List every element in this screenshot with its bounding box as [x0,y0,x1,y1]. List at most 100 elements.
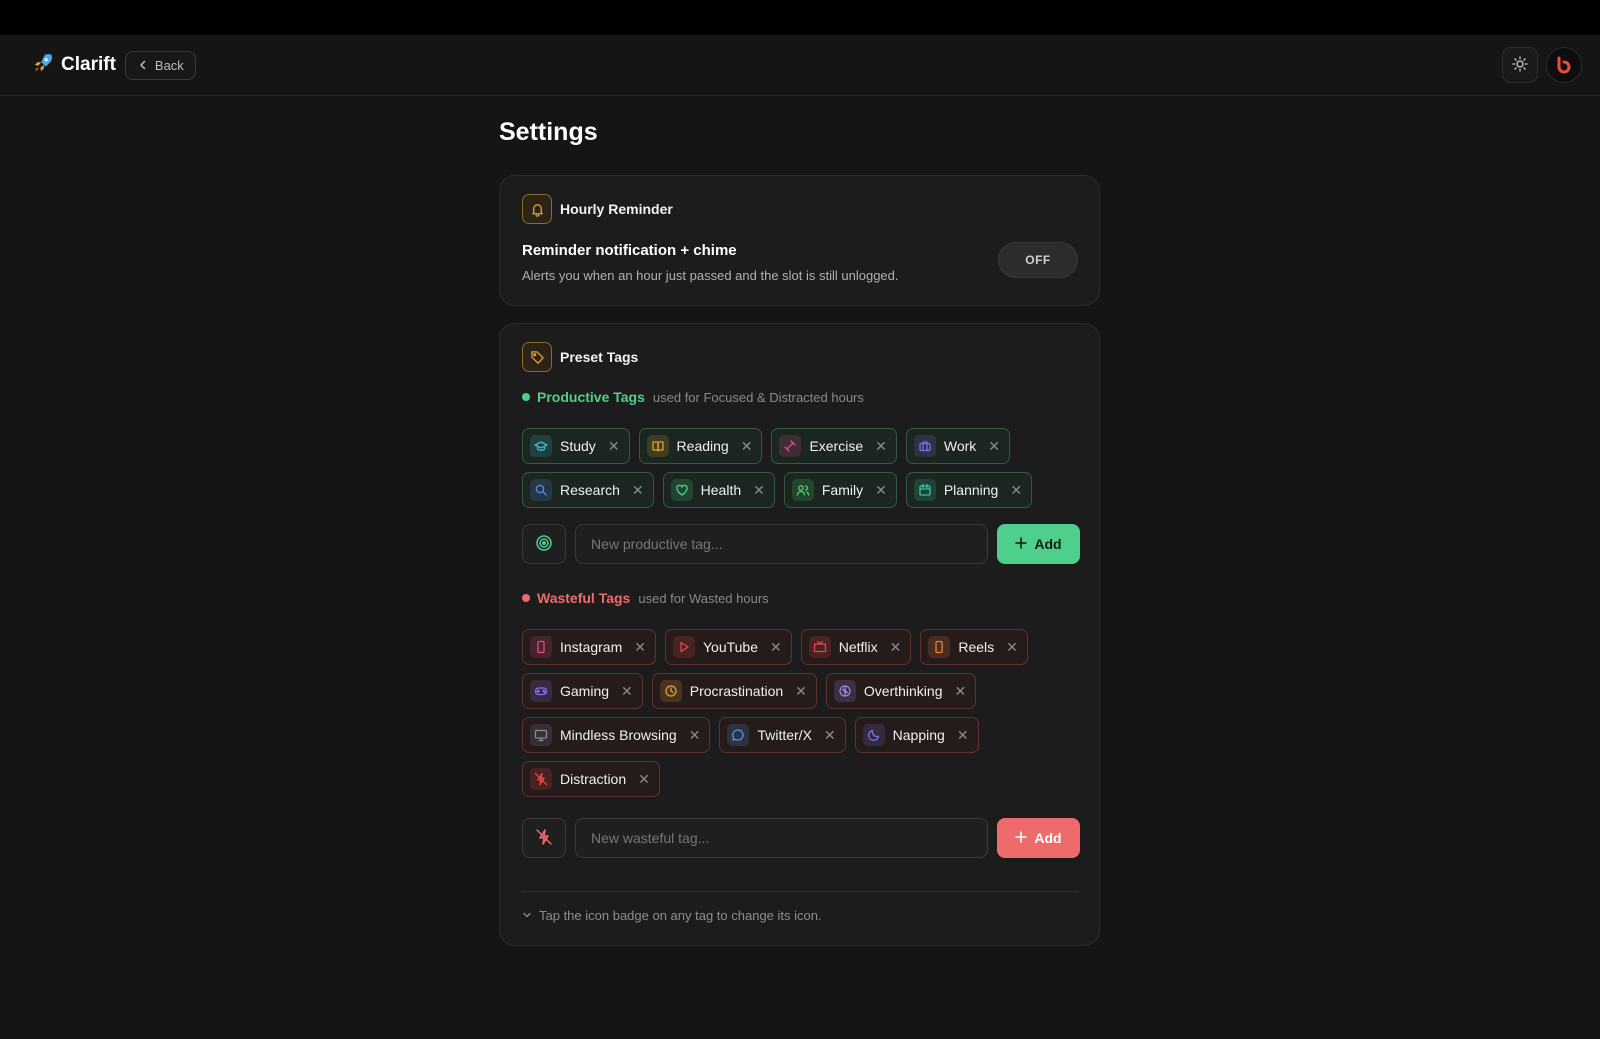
remove-tag-icon[interactable]: ✕ [689,727,701,744]
tag-chip[interactable]: Mindless Browsing ✕ [522,717,711,753]
remove-tag-icon[interactable]: ✕ [875,482,887,499]
wasteful-tags-label: Wasteful Tags used for Wasted hours [522,590,769,606]
tag-row: Gaming ✕ Procrastination ✕ Overthinking ✕ [522,673,1082,709]
tag-label: Health [700,482,742,498]
phone-icon[interactable] [530,636,552,658]
remove-tag-icon[interactable]: ✕ [608,438,620,455]
graduation-cap-icon[interactable] [530,435,552,457]
tv-icon[interactable] [808,636,831,658]
productive-label: Productive Tags [537,389,645,405]
tag-label: Overthinking [863,683,943,699]
moon-icon[interactable] [862,724,885,746]
reminder-toggle[interactable]: OFF [998,242,1078,278]
tag-chip[interactable]: Study ✕ [522,428,630,464]
tag-chip[interactable]: Napping ✕ [854,717,979,753]
add-wasteful-tag-button[interactable]: Add [997,818,1080,858]
tag-chip[interactable]: Twitter/X ✕ [719,717,846,753]
tag-chip[interactable]: Distraction ✕ [522,761,660,797]
wasteful-label: Wasteful Tags [537,590,631,606]
tag-label: Netflix [838,639,878,655]
back-label: Back [154,57,184,73]
divider [522,891,1078,892]
wasteful-icon-picker[interactable] [522,818,566,858]
dumbbell-icon[interactable] [779,435,802,457]
remove-tag-icon[interactable]: ✕ [1006,639,1018,656]
wasteful-tag-input[interactable] [575,818,988,858]
tag-label: Planning [943,482,999,498]
tag-label: Reels [958,639,995,655]
back-button[interactable]: Back [124,50,196,80]
bell-icon [522,194,552,224]
tag-chip[interactable]: Instagram ✕ [522,629,656,665]
tag-chip[interactable]: Gaming ✕ [522,673,643,709]
reminder-card-header: Hourly Reminder [522,194,673,224]
remove-tag-icon[interactable]: ✕ [632,482,644,499]
remove-tag-icon[interactable]: ✕ [875,438,887,455]
tag-chip[interactable]: Reading ✕ [638,428,763,464]
tag-label: Gaming [560,683,610,699]
remove-tag-icon[interactable]: ✕ [741,438,753,455]
calendar-icon[interactable] [913,479,936,501]
brain-icon[interactable] [833,680,856,702]
book-icon[interactable] [646,435,669,457]
remove-tag-icon[interactable]: ✕ [954,683,966,700]
tag-chip[interactable]: Planning ✕ [905,472,1033,508]
productive-icon-picker[interactable] [522,524,566,564]
brand[interactable]: Clarift [32,52,116,79]
plus-icon [1015,830,1028,846]
clock-icon[interactable] [659,680,682,702]
tag-chip[interactable]: Work ✕ [905,428,1011,464]
zap-off-icon[interactable] [530,768,552,790]
remove-tag-icon[interactable]: ✕ [621,683,633,700]
app-header: Clarift Back [0,35,1600,96]
add-productive-tag-button[interactable]: Add [997,524,1080,564]
heart-icon[interactable] [670,479,693,501]
plus-icon [1015,536,1028,552]
remove-tag-icon[interactable]: ✕ [638,771,650,788]
zap-off-icon [535,828,553,849]
remove-tag-icon[interactable]: ✕ [1010,482,1022,499]
wasteful-add-row: Add [522,818,1082,858]
tag-chip[interactable]: Reels ✕ [920,629,1028,665]
chat-bubble-icon[interactable] [727,724,750,746]
users-icon[interactable] [791,479,814,501]
remove-tag-icon[interactable]: ✕ [988,438,1000,455]
play-icon[interactable] [672,636,695,658]
tag-chip[interactable]: Netflix ✕ [800,629,912,665]
monitor-icon[interactable] [530,724,552,746]
briefcase-icon[interactable] [913,435,936,457]
remove-tag-icon[interactable]: ✕ [753,482,765,499]
remove-tag-icon[interactable]: ✕ [957,727,969,744]
gamepad-icon[interactable] [530,680,552,702]
tag-chip[interactable]: Health ✕ [662,472,775,508]
tag-label: Family [821,482,864,498]
remove-tag-icon[interactable]: ✕ [890,639,902,656]
remove-tag-icon[interactable]: ✕ [824,727,836,744]
tag-chip[interactable]: Family ✕ [783,472,897,508]
remove-tag-icon[interactable]: ✕ [770,639,782,656]
tag-chip[interactable]: YouTube ✕ [664,629,792,665]
phone-icon[interactable] [928,636,951,658]
target-icon [535,534,553,555]
tag-label: Exercise [809,438,864,454]
avatar[interactable] [1546,47,1582,83]
tag-chip[interactable]: Overthinking ✕ [825,673,977,709]
tag-chip[interactable]: Exercise ✕ [771,428,897,464]
rocket-icon [32,52,54,79]
tags-section-title: Preset Tags [560,349,639,365]
search-icon[interactable] [530,479,552,501]
tag-label: Research [560,482,620,498]
remove-tag-icon[interactable]: ✕ [634,639,646,656]
tag-label: Mindless Browsing [560,727,677,743]
tag-icon [522,342,552,372]
tag-label: YouTube [702,639,758,655]
tag-chip[interactable]: Research ✕ [522,472,654,508]
page-title: Settings [499,118,598,146]
productive-sublabel: used for Focused & Distracted hours [652,389,864,405]
hint-text: Tap the icon badge on any tag to change … [539,908,822,923]
productive-add-row: Add [522,524,1082,564]
productive-tag-input[interactable] [575,524,988,564]
remove-tag-icon[interactable]: ✕ [795,683,807,700]
theme-toggle-button[interactable] [1502,47,1538,83]
tag-chip[interactable]: Procrastination ✕ [651,673,817,709]
